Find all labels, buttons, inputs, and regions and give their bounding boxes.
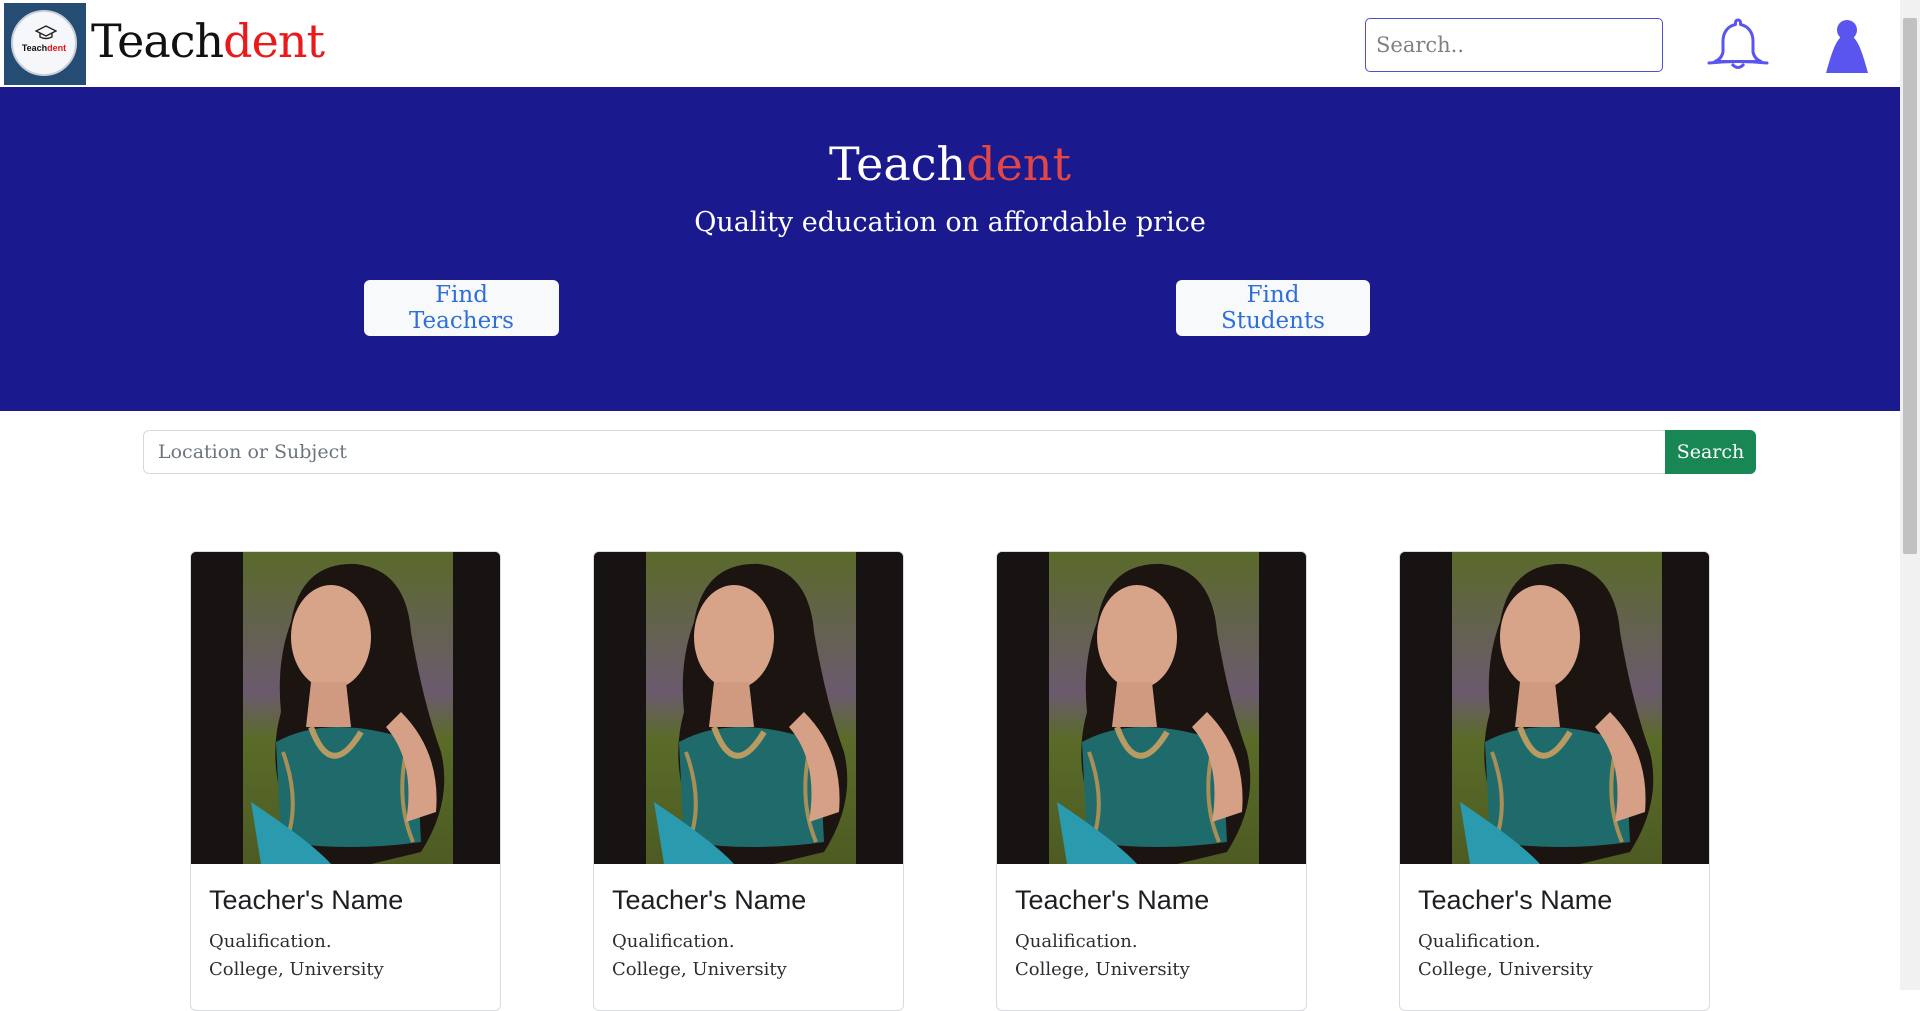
card-body: Teacher's Name Qualification. College, U… — [1015, 884, 1209, 984]
teacher-name: Teacher's Name — [612, 885, 807, 915]
teacher-college: College, University — [1015, 959, 1190, 981]
navbar-search-input[interactable] — [1365, 18, 1663, 72]
teacher-card[interactable]: Teacher's Name Qualification. College, U… — [996, 551, 1307, 1011]
teacher-name: Teacher's Name — [1418, 885, 1613, 915]
hero-title: Teachdent — [829, 137, 1071, 191]
hero-banner: Teachdent Quality education on affordabl… — [0, 87, 1900, 411]
teacher-photo — [191, 552, 500, 864]
brand-name[interactable]: Teachdent — [91, 18, 325, 64]
page-scrollbar[interactable] — [1900, 0, 1920, 990]
teacher-qualification: Qualification. — [209, 931, 332, 953]
location-search-bar: Search — [143, 430, 1756, 474]
teacher-photo — [594, 552, 903, 864]
logo-badge: Teachdent — [11, 10, 77, 76]
search-button[interactable]: Search — [1665, 430, 1756, 474]
teacher-name: Teacher's Name — [209, 885, 404, 915]
teacher-qualification: Qualification. — [612, 931, 735, 953]
teacher-name: Teacher's Name — [1015, 885, 1210, 915]
user-icon[interactable] — [1822, 18, 1872, 73]
teacher-card[interactable]: Teacher's Name Qualification. College, U… — [190, 551, 501, 1011]
teacher-college: College, University — [1418, 959, 1593, 981]
card-body: Teacher's Name Qualification. College, U… — [209, 884, 403, 984]
brand-name-black: Teach — [91, 14, 224, 68]
card-body: Teacher's Name Qualification. College, U… — [612, 884, 806, 984]
location-subject-input[interactable] — [143, 430, 1666, 474]
teacher-college: College, University — [612, 959, 787, 981]
teacher-photo — [997, 552, 1306, 864]
logo[interactable]: Teachdent — [4, 3, 86, 85]
scrollbar-thumb[interactable] — [1903, 18, 1917, 554]
find-students-button[interactable]: Find Students — [1176, 280, 1370, 336]
graduation-cap-icon — [35, 25, 57, 40]
teacher-card[interactable]: Teacher's Name Qualification. College, U… — [1399, 551, 1710, 1011]
card-body: Teacher's Name Qualification. College, U… — [1418, 884, 1612, 984]
brand-name-red: dent — [223, 14, 325, 68]
hero-subtitle: Quality education on affordable price — [694, 207, 1206, 238]
bell-icon[interactable] — [1706, 16, 1770, 72]
teacher-card[interactable]: Teacher's Name Qualification. College, U… — [593, 551, 904, 1011]
teacher-photo — [1400, 552, 1709, 864]
logo-text: Teachdent — [21, 43, 67, 53]
teacher-qualification: Qualification. — [1015, 931, 1138, 953]
teacher-qualification: Qualification. — [1418, 931, 1541, 953]
navbar: Teachdent Teachdent — [0, 0, 1900, 87]
find-teachers-button[interactable]: Find Teachers — [364, 280, 559, 336]
teacher-college: College, University — [209, 959, 384, 981]
